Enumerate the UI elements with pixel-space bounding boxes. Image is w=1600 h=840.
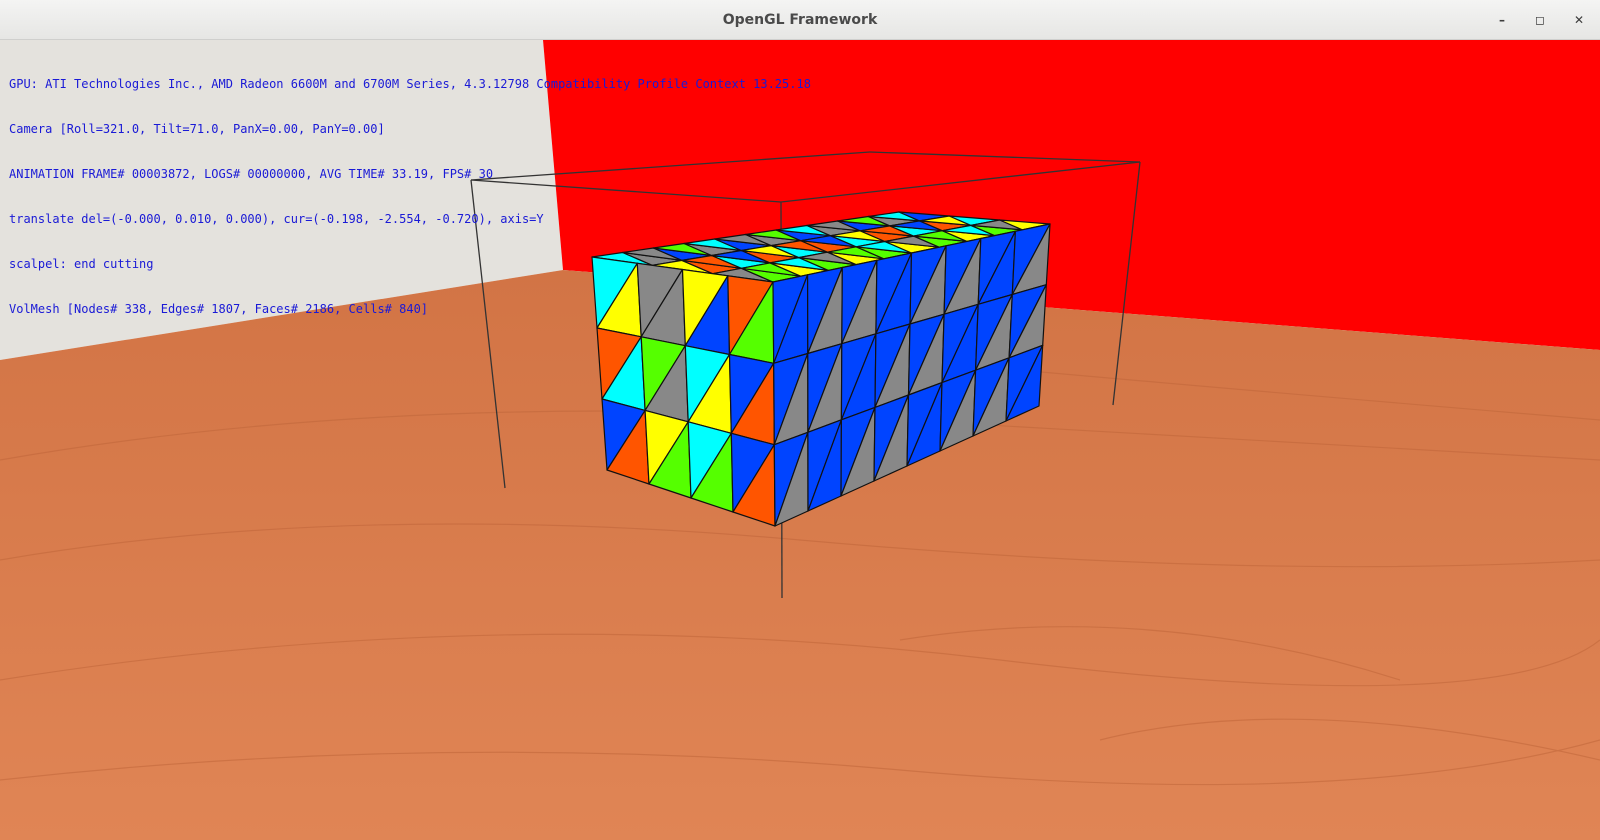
camera-info-line: Camera [Roll=321.0, Tilt=71.0, PanX=0.00… [9,122,385,136]
opengl-viewport[interactable]: GPU: ATI Technologies Inc., AMD Radeon 6… [0,40,1600,840]
close-button[interactable]: ✕ [1565,6,1593,34]
animation-info-line: ANIMATION FRAME# 00003872, LOGS# 0000000… [9,167,494,181]
volmesh-info-line: VolMesh [Nodes# 338, Edges# 1807, Faces#… [9,302,429,316]
debug-overlay: GPU: ATI Technologies Inc., AMD Radeon 6… [9,47,811,347]
translate-info-line: translate del=(-0.000, 0.010, 0.000), cu… [9,212,544,226]
app-window: OpenGL Framework – ◻ ✕ GPU: ATI Technolo… [0,0,1600,840]
scalpel-status-line: scalpel: end cutting [9,257,154,271]
gpu-info-line: GPU: ATI Technologies Inc., AMD Radeon 6… [9,77,811,91]
minimize-button[interactable]: – [1488,6,1516,34]
maximize-button[interactable]: ◻ [1526,6,1554,34]
title-bar[interactable]: OpenGL Framework – ◻ ✕ [0,0,1600,40]
window-title: OpenGL Framework [722,12,878,28]
